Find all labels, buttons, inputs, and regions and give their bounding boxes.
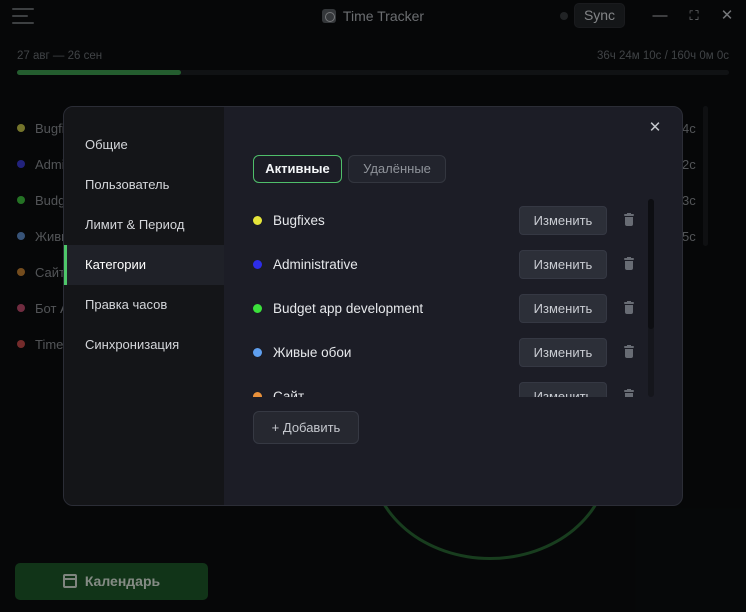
settings-nav-item[interactable]: Лимит & Период (64, 205, 224, 245)
settings-nav: Общие Пользователь Лимит & Период Категории… (64, 107, 224, 505)
settings-nav-item[interactable]: Пользователь (64, 165, 224, 205)
category-color-dot (253, 348, 262, 357)
edit-category-button[interactable]: Изменить (519, 250, 607, 279)
trash-icon[interactable] (624, 345, 634, 358)
category-row: Administrative Изменить (253, 243, 648, 287)
close-icon[interactable]: ✕ (647, 120, 663, 136)
category-color-dot (253, 304, 262, 313)
category-color-dot (253, 392, 262, 397)
category-row: Bugfixes Изменить (253, 199, 648, 243)
trash-icon[interactable] (624, 301, 634, 314)
trash-icon[interactable] (624, 389, 634, 397)
category-row: Budget app development Изменить (253, 287, 648, 331)
category-name: Budget app development (273, 301, 424, 316)
edit-category-button[interactable]: Изменить (519, 338, 607, 367)
trash-icon[interactable] (624, 257, 634, 270)
settings-nav-item[interactable]: Правка часов (64, 285, 224, 325)
add-category-button[interactable]: + Добавить (253, 411, 359, 444)
trash-icon[interactable] (624, 213, 634, 226)
category-color-dot (253, 260, 262, 269)
edit-category-button[interactable]: Изменить (519, 206, 607, 235)
category-list-scroll-thumb[interactable] (648, 199, 654, 329)
category-row: Сайт Изменить (253, 375, 648, 397)
tab-deleted[interactable]: Удалённые (348, 155, 446, 183)
settings-modal: Общие Пользователь Лимит & Период Категории… (63, 106, 683, 506)
category-color-dot (253, 216, 262, 225)
tab-active[interactable]: Активные (253, 155, 342, 183)
category-list: Bugfixes Изменить Administrative Изменить Bu… (253, 199, 648, 397)
category-name: Сайт (273, 389, 305, 397)
category-name: Bugfixes (273, 213, 325, 228)
settings-nav-item[interactable]: Синхронизация (64, 325, 224, 365)
edit-category-button[interactable]: Изменить (519, 382, 607, 397)
edit-category-button[interactable]: Изменить (519, 294, 607, 323)
category-name: Administrative (273, 257, 358, 272)
settings-nav-item[interactable]: Категории (64, 245, 224, 285)
app-window: Time Tracker Sync — ⛶ ✕ 27 авг — 26 сен … (0, 0, 746, 612)
category-name: Живые обои (273, 345, 352, 360)
settings-nav-item[interactable]: Общие (64, 125, 224, 165)
category-row: Живые обои Изменить (253, 331, 648, 375)
